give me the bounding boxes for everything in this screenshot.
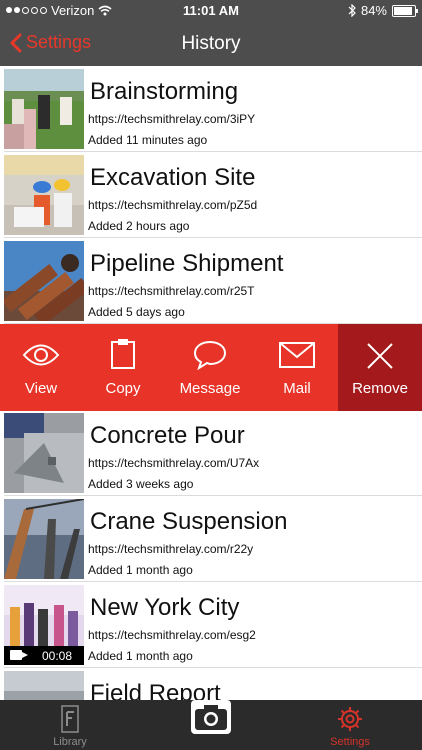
gear-icon	[338, 707, 362, 731]
view-label: View	[24, 380, 58, 397]
tab-settings-label: Settings	[330, 736, 370, 748]
history-item-brainstorming[interactable]: Brainstorming https://techsmithrelay.com…	[0, 66, 422, 152]
page-title: History	[181, 33, 241, 54]
message-label: Message	[179, 380, 241, 397]
library-icon	[61, 705, 79, 733]
tab-settings[interactable]: Settings	[300, 700, 400, 750]
history-item-added: Added 1 month ago	[88, 649, 193, 663]
battery-icon	[392, 4, 418, 17]
history-item-added: Added 5 days ago	[88, 305, 185, 319]
history-item-added: Added 2 hours ago	[88, 219, 190, 233]
history-item-added: Added 3 weeks ago	[88, 477, 194, 491]
tab-bar: Library Settings	[0, 700, 422, 750]
navigation-bar: Settings History	[0, 22, 422, 66]
history-item-concrete-pour[interactable]: Concrete Pour https://techsmithrelay.com…	[0, 410, 422, 496]
status-right: 84%	[348, 3, 418, 18]
history-item-added: Added 1 month ago	[88, 563, 193, 577]
clipboard-icon	[111, 339, 135, 369]
history-item-title: Crane Suspension	[90, 508, 288, 535]
copy-button[interactable]: Copy	[82, 324, 164, 411]
history-item-title: Concrete Pour	[90, 422, 245, 449]
thumbnail-video: 00:08	[4, 585, 84, 665]
history-item-title: Field Report	[90, 680, 221, 700]
history-item-added: Added 11 minutes ago	[88, 133, 208, 147]
camera-button[interactable]	[191, 700, 231, 734]
thumbnail-image	[4, 69, 84, 149]
thumbnail-image	[4, 499, 84, 579]
history-item-url: https://techsmithrelay.com/pZ5d	[88, 198, 258, 212]
tab-library[interactable]: Library	[20, 700, 120, 750]
thumbnail-image	[4, 241, 84, 321]
history-item-url: https://techsmithrelay.com/r22y	[88, 542, 254, 556]
battery-fill	[394, 6, 413, 15]
copy-label: Copy	[105, 380, 141, 397]
envelope-icon	[279, 342, 315, 368]
history-item-url: https://techsmithrelay.com/r25T	[88, 284, 255, 298]
history-item-title: Pipeline Shipment	[90, 250, 284, 277]
battery-percent: 84%	[360, 3, 387, 18]
video-duration-bar: 00:08	[4, 646, 84, 665]
camera-icon	[195, 705, 227, 730]
history-item-title: Brainstorming	[90, 78, 239, 105]
history-item-new-york-city[interactable]: 00:08 New York City https://techsmithrel…	[0, 582, 422, 668]
mail-button[interactable]: Mail	[256, 324, 338, 411]
history-item-pipeline-shipment[interactable]: Pipeline Shipment https://techsmithrelay…	[0, 238, 422, 324]
message-button[interactable]: Message	[164, 324, 256, 411]
video-camera-icon	[10, 650, 28, 660]
history-item-title: New York City	[90, 594, 240, 621]
history-item-crane-suspension[interactable]: Crane Suspension https://techsmithrelay.…	[0, 496, 422, 582]
remove-label: Remove	[352, 380, 408, 397]
swipe-actions: View Copy Message Mail Remove	[0, 324, 422, 411]
remove-button[interactable]: Remove	[338, 324, 422, 411]
video-duration: 00:08	[42, 649, 73, 663]
eye-icon	[22, 344, 60, 366]
view-button[interactable]: View	[0, 324, 82, 411]
history-item-excavation-site[interactable]: Excavation Site https://techsmithrelay.c…	[0, 152, 422, 238]
thumbnail-image	[4, 155, 84, 235]
history-item-url: https://techsmithrelay.com/esg2	[88, 628, 256, 642]
thumbnail-image	[4, 671, 84, 700]
status-bar: Verizon 11:01 AM 84%	[0, 0, 422, 22]
speech-bubble-icon	[193, 340, 227, 370]
mail-label: Mail	[283, 380, 311, 397]
thumbnail-image	[4, 413, 84, 493]
history-item-url: https://techsmithrelay.com/3iPY	[88, 112, 256, 126]
history-item-field-report[interactable]: Field Report	[0, 668, 422, 700]
close-icon	[367, 343, 393, 369]
history-item-url: https://techsmithrelay.com/U7Ax	[88, 456, 260, 470]
history-item-title: Excavation Site	[90, 164, 256, 191]
tab-library-label: Library	[53, 736, 87, 748]
bluetooth-icon	[348, 4, 356, 17]
